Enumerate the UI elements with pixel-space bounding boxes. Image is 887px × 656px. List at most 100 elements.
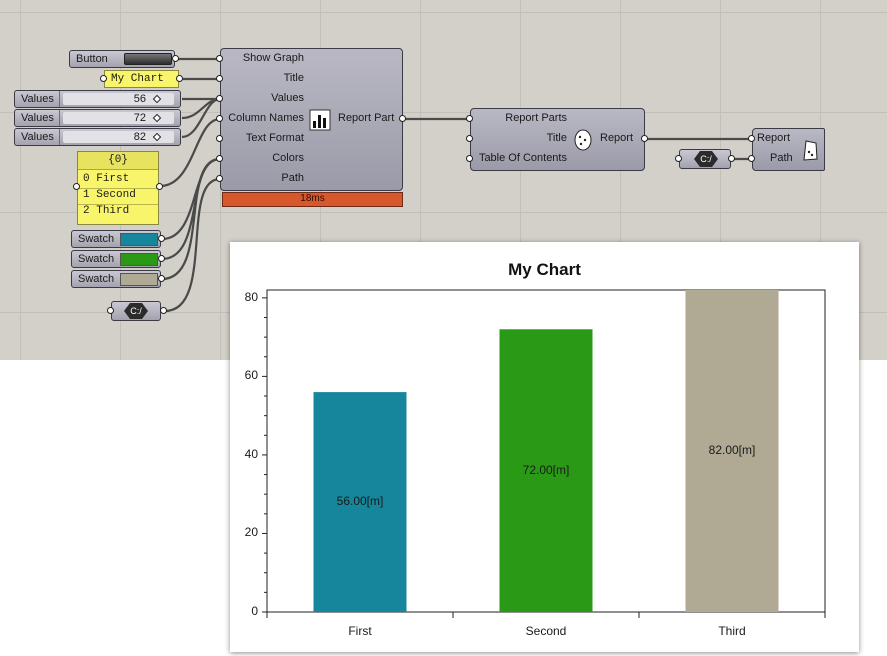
title-panel-text: My Chart xyxy=(111,73,164,85)
slider-track[interactable]: 56 xyxy=(63,93,174,105)
x-tick-label: First xyxy=(348,624,372,638)
report-part-component[interactable]: Show Graph Title Values Column Names Tex… xyxy=(220,48,403,191)
profiler-timer: 18ms xyxy=(222,192,403,207)
bar-chart-icon xyxy=(309,109,331,131)
input-grip[interactable] xyxy=(216,95,223,102)
button-toggle[interactable] xyxy=(124,53,172,65)
list-item: 2 Third xyxy=(83,205,129,217)
swatch-label: Swatch xyxy=(78,233,115,245)
input-grip[interactable] xyxy=(107,307,114,314)
title-panel[interactable]: My Chart xyxy=(104,70,179,88)
output-grip[interactable] xyxy=(176,75,183,82)
y-tick-label: 0 xyxy=(251,604,258,618)
column-names-panel[interactable]: {0} 0 First 1 Second 2 Third xyxy=(77,151,159,225)
slider-value: 72 xyxy=(133,112,146,124)
number-slider[interactable]: Values 82 xyxy=(14,128,181,146)
slider-value: 82 xyxy=(133,131,146,143)
list-text: Third xyxy=(96,205,130,217)
output-grip[interactable] xyxy=(158,275,165,282)
wire xyxy=(164,177,221,313)
bar-value-label: 72.00[m] xyxy=(522,462,570,477)
egg-icon xyxy=(574,129,592,151)
button-component[interactable]: Button xyxy=(69,50,175,68)
path-icon: C:/ xyxy=(694,151,718,167)
input-grip[interactable] xyxy=(675,155,682,162)
input-grip[interactable] xyxy=(216,75,223,82)
input-grip[interactable] xyxy=(466,135,473,142)
number-slider[interactable]: Values 56 xyxy=(14,90,181,108)
report-component[interactable]: Report Parts Title Table Of Contents Rep… xyxy=(470,108,645,171)
y-tick-label: 20 xyxy=(244,525,258,540)
report-output-component[interactable]: Report Path xyxy=(752,128,825,171)
bar-value-label: 82.00[m] xyxy=(708,443,756,457)
y-tick-label: 80 xyxy=(244,289,258,304)
output-grip[interactable] xyxy=(156,183,163,190)
chart-preview-window: My Chart 0 20 40 60 80 56.00[m] First 72.00[m] S… xyxy=(230,242,859,652)
list-text: First xyxy=(96,173,130,185)
list-item: 0 First xyxy=(83,173,129,185)
input-label-text-format: Text Format xyxy=(245,132,304,144)
input-label-path: Path xyxy=(281,172,304,184)
output-grip[interactable] xyxy=(160,307,167,314)
input-label-title: Title xyxy=(546,132,567,144)
input-grip[interactable] xyxy=(216,55,223,62)
x-tick-label: Third xyxy=(718,624,746,638)
path-component-2[interactable]: C:/ xyxy=(679,149,731,169)
slider-track[interactable]: 72 xyxy=(63,112,174,124)
bar-value-label: 56.00[m] xyxy=(336,494,384,509)
input-label-path: Path xyxy=(770,152,793,164)
swatch-component[interactable]: Swatch xyxy=(71,250,161,268)
output-grip[interactable] xyxy=(172,55,179,62)
input-label-values: Values xyxy=(271,92,304,104)
input-grip[interactable] xyxy=(216,135,223,142)
slider-knob[interactable] xyxy=(152,94,162,104)
swatch-color[interactable] xyxy=(120,233,158,246)
number-slider[interactable]: Values 72 xyxy=(14,109,181,127)
path-component[interactable]: C:/ xyxy=(111,301,161,321)
x-tick-label: Second xyxy=(525,624,567,638)
slider-knob[interactable] xyxy=(152,113,162,123)
input-grip[interactable] xyxy=(216,155,223,162)
panel-header: {0} xyxy=(78,152,158,170)
output-grip[interactable] xyxy=(728,155,735,162)
slider-track[interactable]: 82 xyxy=(63,131,174,143)
list-index: 0 xyxy=(83,173,90,185)
input-label-title: Title xyxy=(283,72,304,84)
output-grip[interactable] xyxy=(158,235,165,242)
input-grip[interactable] xyxy=(216,175,223,182)
output-label-report-part: Report Part xyxy=(338,112,395,124)
input-label-column-names: Column Names xyxy=(228,112,304,124)
button-label: Button xyxy=(76,53,108,65)
swatch-component[interactable]: Swatch xyxy=(71,230,161,248)
swatch-color[interactable] xyxy=(120,253,158,266)
list-item: 1 Second xyxy=(83,189,136,201)
input-label-show-graph: Show Graph xyxy=(242,52,304,64)
slider-name: Values xyxy=(15,110,60,126)
document-icon xyxy=(803,140,818,161)
swatch-component[interactable]: Swatch xyxy=(71,270,161,288)
input-grip[interactable] xyxy=(748,135,755,142)
input-label-report: Report xyxy=(757,132,791,144)
input-label-colors: Colors xyxy=(272,152,304,164)
output-grip[interactable] xyxy=(399,115,406,122)
input-grip[interactable] xyxy=(466,115,473,122)
input-grip[interactable] xyxy=(748,155,755,162)
list-text: Second xyxy=(96,189,136,201)
input-grip[interactable] xyxy=(466,155,473,162)
input-grip[interactable] xyxy=(216,115,223,122)
input-grip[interactable] xyxy=(73,183,80,190)
slider-name: Values xyxy=(15,129,60,145)
slider-knob[interactable] xyxy=(152,132,162,142)
swatch-label: Swatch xyxy=(78,273,115,285)
y-tick-label: 60 xyxy=(244,368,258,383)
path-icon: C:/ xyxy=(124,303,148,319)
output-grip[interactable] xyxy=(158,255,165,262)
slider-value: 56 xyxy=(133,93,146,105)
output-grip[interactable] xyxy=(641,135,648,142)
input-grip[interactable] xyxy=(100,75,107,82)
swatch-label: Swatch xyxy=(78,253,115,265)
input-label-report-parts: Report Parts xyxy=(505,112,567,124)
input-label-table-of-contents: Table Of Contents xyxy=(478,152,567,164)
swatch-color[interactable] xyxy=(120,273,158,286)
list-index: 1 xyxy=(83,189,90,201)
